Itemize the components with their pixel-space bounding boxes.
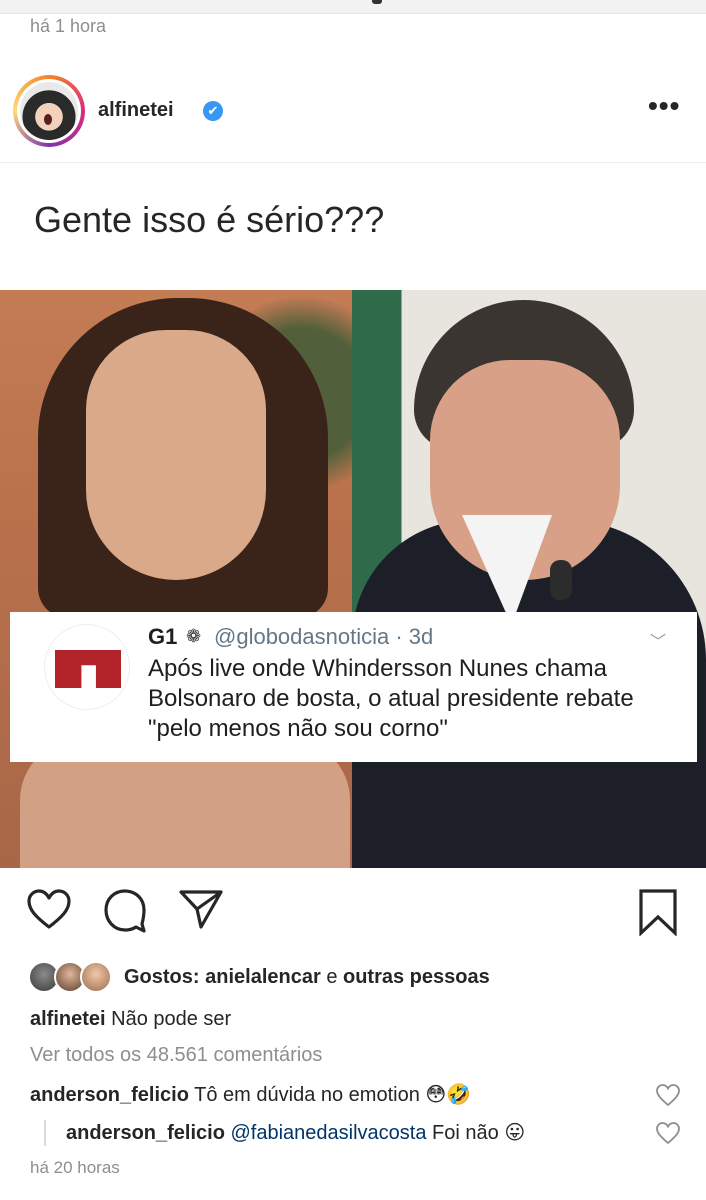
tweet-handle: @globodasnoticia · 3d [214, 624, 434, 649]
comment-emoji: 😳🤣 [425, 1084, 472, 1106]
likes-others[interactable]: outras pessoas [343, 966, 490, 988]
liked-by[interactable]: Gostos: anielalencar e outras pessoas [28, 960, 706, 996]
tweet-name: G1 [148, 624, 178, 649]
bookmark-icon[interactable] [636, 888, 680, 936]
reply-emoji: 😛 [504, 1122, 526, 1144]
comment-icon[interactable] [102, 888, 148, 934]
reply-row: anderson_felicio @fabianedasilvacosta Fo… [66, 1120, 525, 1145]
reply-indent-bar [44, 1120, 46, 1146]
post-timestamp: há 20 horas [30, 1158, 120, 1177]
avatar-image [20, 82, 78, 140]
verified-icon: ✔ [203, 101, 223, 121]
photo-left [0, 290, 352, 868]
likes-prefix: Gostos: [124, 966, 200, 988]
likes-connector: e [326, 966, 338, 988]
comment-row: anderson_felicio Tô em dúvida no emotion… [30, 1082, 471, 1107]
previous-post-time: há 1 hora [30, 16, 107, 36]
g1-logo [44, 624, 130, 710]
username-link[interactable]: alfinetei [98, 99, 174, 122]
caption-line: alfinetei Não pode ser [30, 1008, 231, 1031]
avatar[interactable] [13, 75, 85, 147]
action-bar [0, 888, 706, 948]
tweet-text: Após live onde Whindersson Nunes chama B… [148, 655, 634, 742]
tweet-card: G1 ❁ @globodasnoticia · 3d ﹀ Após live o… [10, 612, 697, 762]
more-options-icon[interactable]: ••• [648, 90, 680, 122]
post-caption-overlay: Gente isso é sério??? [34, 199, 385, 240]
status-notch [372, 0, 382, 4]
likes-text: Gostos: anielalencar e outras pessoas [124, 966, 490, 989]
tweet-badge-icon: ❁ [186, 626, 202, 646]
reply-mention[interactable]: @fabianedasilvacosta [231, 1122, 427, 1144]
reply-heart-icon[interactable] [655, 1121, 681, 1145]
status-strip [0, 0, 706, 14]
comment-heart-icon[interactable] [655, 1083, 681, 1107]
view-all-comments-link[interactable]: Ver todos os 48.561 comentários [30, 1044, 322, 1067]
caption-text: Não pode ser [111, 1008, 232, 1030]
likes-first-user[interactable]: anielalencar [205, 966, 321, 988]
reply-username[interactable]: anderson_felicio [66, 1122, 225, 1144]
post-image[interactable]: G1 ❁ @globodasnoticia · 3d ﹀ Após live o… [0, 290, 706, 868]
comment-text: Tô em dúvida no emotion [194, 1084, 420, 1106]
post-header: alfinetei ✔ ••• [0, 60, 706, 163]
chevron-down-icon: ﹀ [650, 634, 667, 651]
photo-right [352, 290, 706, 868]
comment-username[interactable]: anderson_felicio [30, 1084, 189, 1106]
heart-icon[interactable] [26, 888, 72, 930]
share-icon[interactable] [178, 888, 224, 930]
caption-username[interactable]: alfinetei [30, 1008, 106, 1030]
reply-text: Foi não [432, 1122, 499, 1144]
liker-avatar [80, 961, 112, 993]
